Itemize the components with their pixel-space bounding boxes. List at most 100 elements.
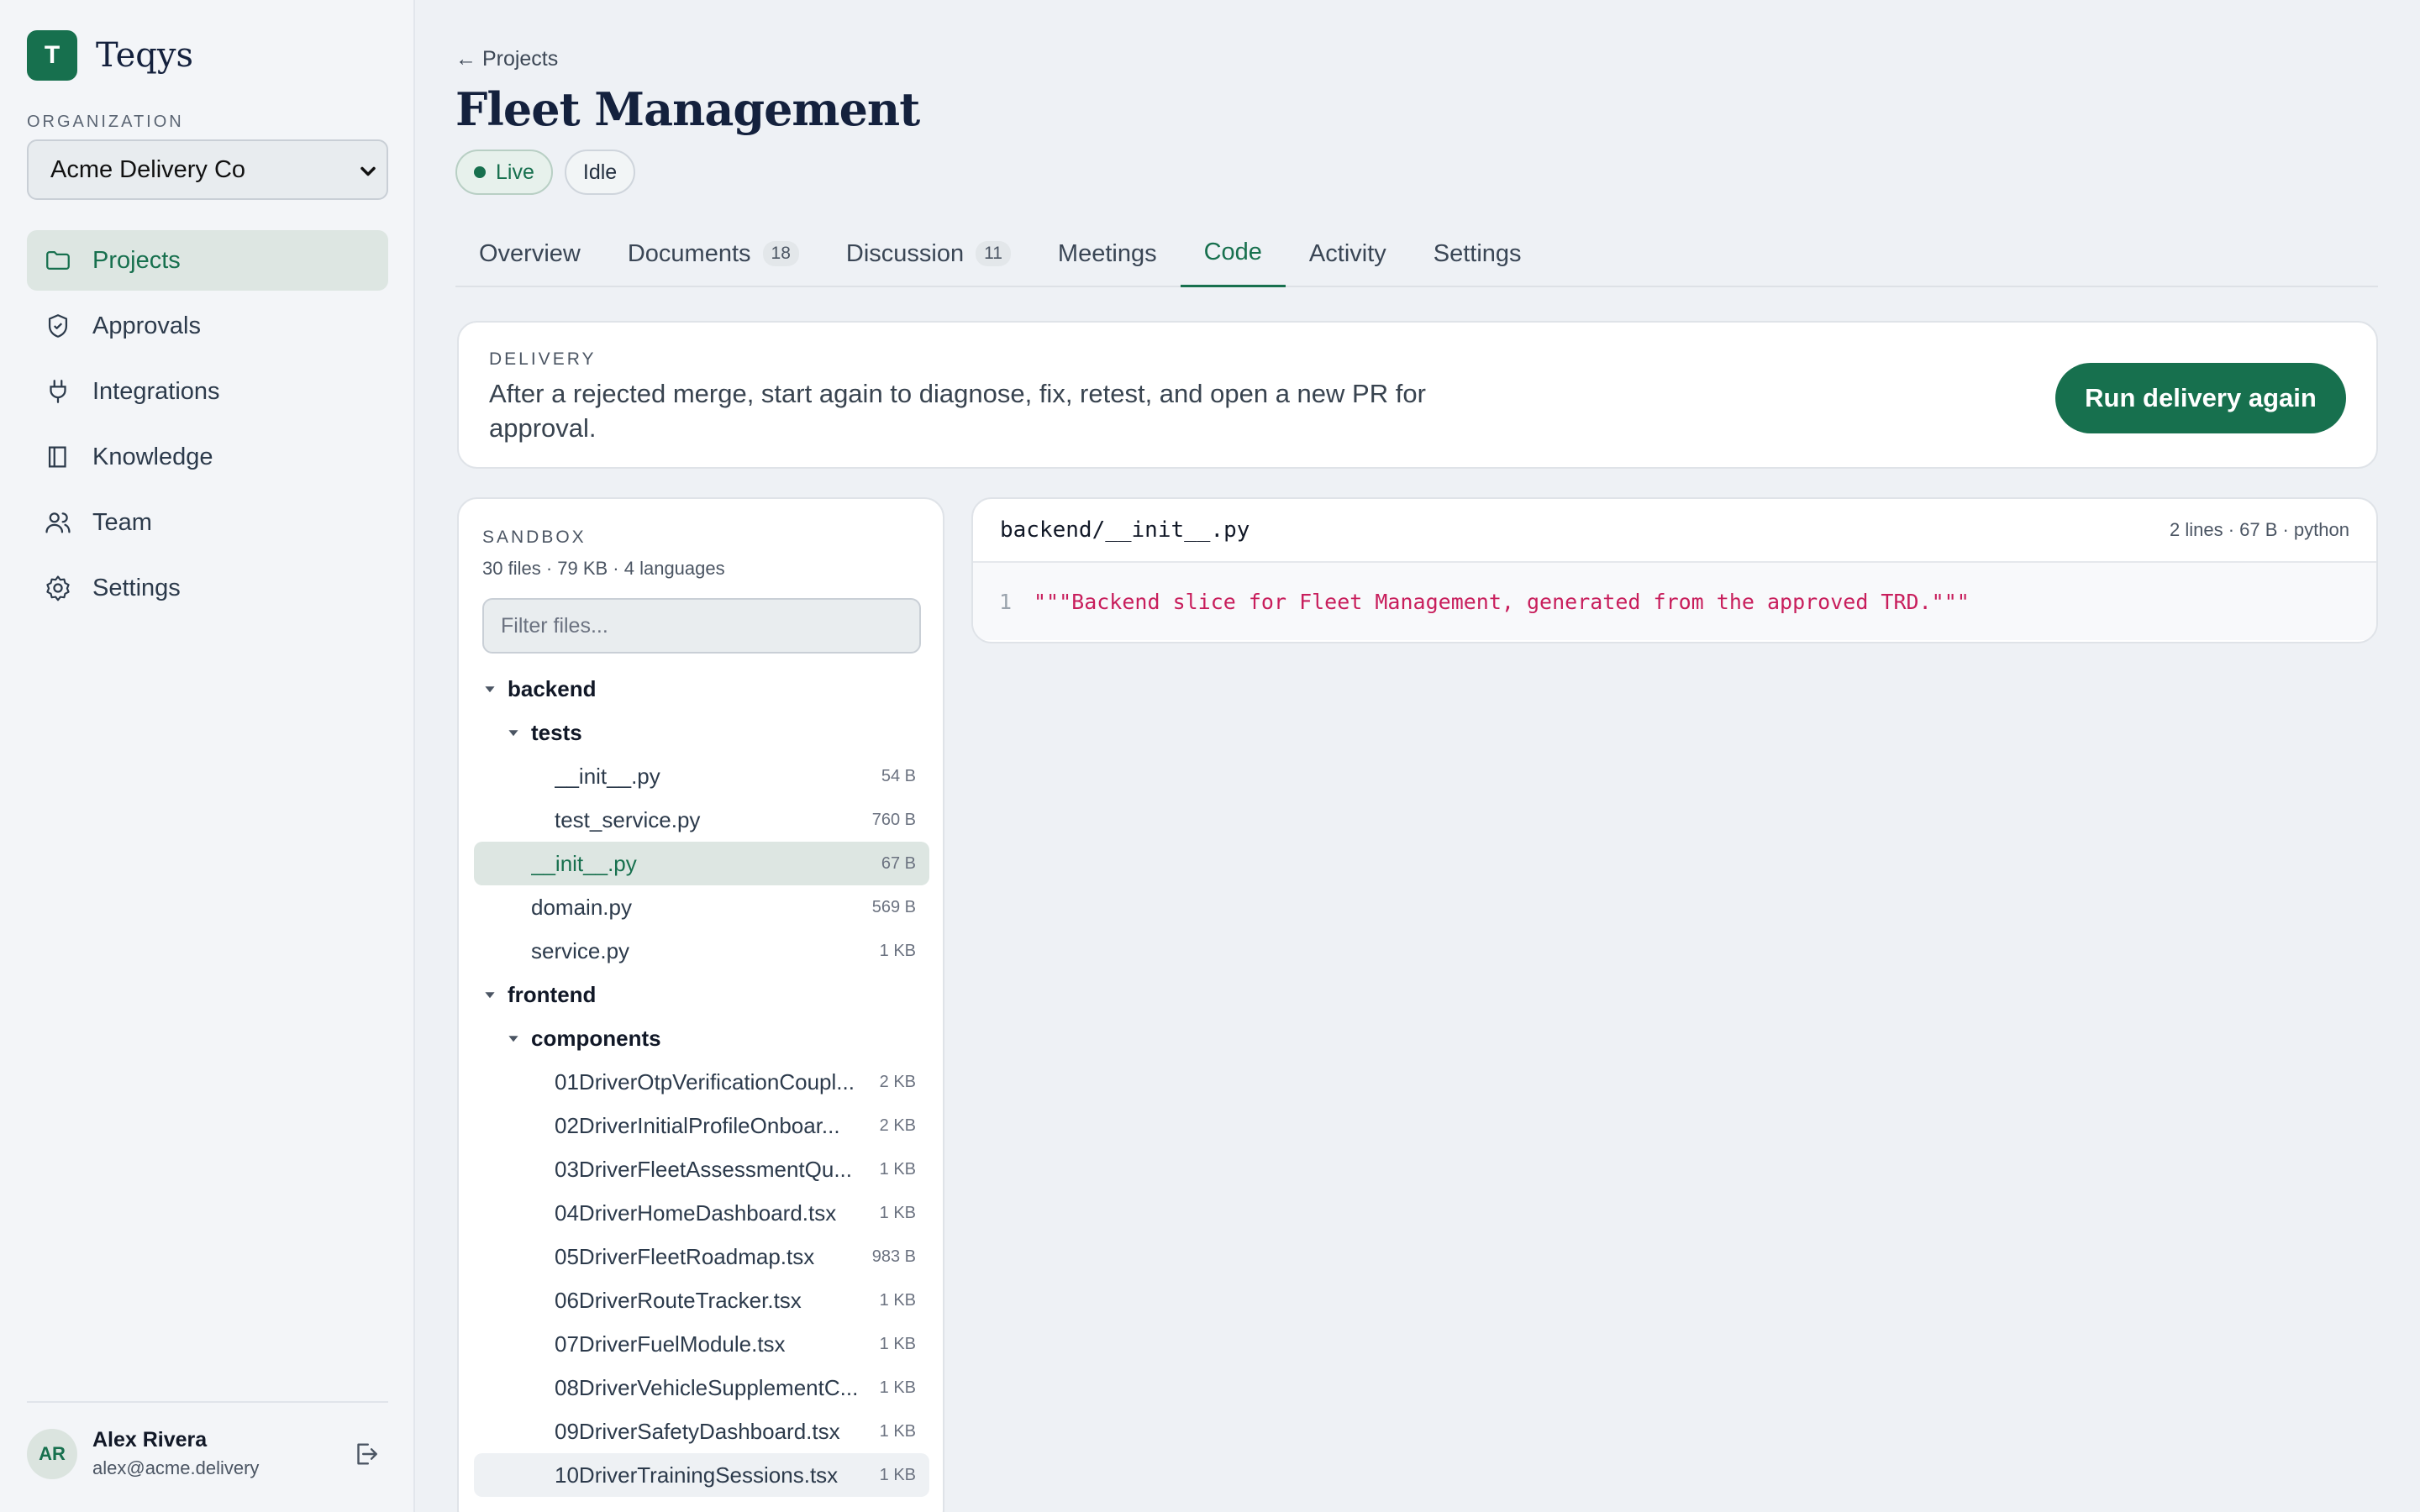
book-icon [48,446,66,468]
file-row[interactable]: 01DriverOtpVerificationCoupl... 2 KB [474,1060,929,1104]
file-name: __init__.py [531,850,637,876]
sidebar-item-team[interactable]: Team [27,492,388,553]
sidebar-item-label: Projects [92,246,181,274]
file-name: 05DriverFleetRoadmap.tsx [555,1243,815,1269]
sidebar-item-label: Team [92,508,152,536]
logout-icon[interactable] [351,1440,380,1468]
users-icon [45,512,71,533]
user-name: Alex Rivera [92,1428,208,1452]
tab-activity[interactable]: Activity [1286,220,1410,287]
folder-backend[interactable]: backend [474,667,929,711]
file-name: 03DriverFleetAssessmentQu... [555,1156,853,1182]
folder-frontend[interactable]: frontend [474,973,929,1016]
tab-label: Discussion [845,239,965,267]
file-name: 08DriverVehicleSupplementC... [555,1374,859,1400]
run-delivery-again-button[interactable]: Run delivery again [2055,363,2346,433]
caret-down-icon [508,1036,518,1042]
file-row[interactable]: test_service.py 760 B [474,798,929,842]
file-size: 760 B [871,810,916,829]
sidebar-item-settings[interactable]: Settings [27,558,388,618]
file-row[interactable]: 08DriverVehicleSupplementC... 1 KB [474,1366,929,1410]
file-size: 2 KB [879,1116,916,1135]
file-size: 1 KB [879,941,916,960]
file-row[interactable]: 09DriverSafetyDashboard.tsx 1 KB [474,1410,929,1453]
org-select[interactable]: Acme Delivery Co [27,139,388,200]
sidebar: T Teqys ORGANIZATION Acme Delivery Co Pr… [0,0,415,1512]
sandbox-label: SANDBOX [482,528,587,547]
sidebar-item-approvals[interactable]: Approvals [27,296,388,356]
plug-icon [50,380,66,403]
file-row[interactable]: domain.py 569 B [474,885,929,929]
tab-discussion[interactable]: Discussion 11 [823,220,1034,287]
shield-check-icon [48,314,68,338]
brand[interactable]: T Teqys [27,30,193,81]
file-size: 1 KB [879,1159,916,1179]
sidebar-nav: Projects Approvals Integrations Knowledg… [27,230,388,623]
folder-name: frontend [508,981,597,1007]
sidebar-item-label: Knowledge [92,443,213,470]
status-badge-live: Live [455,150,553,195]
line-number: 1 [998,589,1012,614]
delivery-label: DELIVERY [489,349,597,369]
gear-icon [46,575,70,601]
folder-name: backend [508,675,597,701]
caret-down-icon [485,992,495,999]
file-row[interactable]: 05DriverFleetRoadmap.tsx 983 B [474,1235,929,1278]
sidebar-item-integrations[interactable]: Integrations [27,361,388,422]
status-badge-label: Live [496,160,534,184]
tab-bar: Overview Documents 18 Discussion 11 Meetin… [455,220,2378,287]
sidebar-item-knowledge[interactable]: Knowledge [27,427,388,487]
tab-label: Meetings [1057,239,1157,267]
tab-overview[interactable]: Overview [455,220,604,287]
tab-label: Documents [627,239,751,267]
file-path: backend/__init__.py [1000,517,1250,543]
file-size: 1 KB [879,1203,916,1222]
status-dot-icon [474,166,486,178]
sandbox-meta: 30 files · 79 KB · 4 languages [482,558,725,579]
filter-files-input[interactable]: Filter files... [482,598,921,654]
tab-documents[interactable]: Documents 18 [604,220,823,287]
file-name: 06DriverRouteTracker.tsx [555,1287,802,1313]
file-name: 02DriverInitialProfileOnboar... [555,1112,840,1138]
file-row[interactable]: 02DriverInitialProfileOnboar... 2 KB [474,1104,929,1147]
sidebar-item-label: Settings [92,574,181,601]
delivery-description: After a rejected merge, start again to d… [489,379,1426,443]
chevron-down-icon [360,166,376,176]
file-row-selected[interactable]: __init__.py 67 B [474,842,929,885]
folder-name: components [531,1025,661,1051]
file-row[interactable]: 03DriverFleetAssessmentQu... 1 KB [474,1147,929,1191]
folder-components[interactable]: components [474,1016,929,1060]
main-content: ← Projects Fleet Management Live Idle Ov… [415,0,2420,1512]
user-card: AR Alex Rivera alex@acme.delivery [27,1428,388,1479]
file-row[interactable]: service.py 1 KB [474,929,929,973]
tab-label: Activity [1308,239,1386,267]
file-size: 54 B [881,766,916,785]
code-line: 1 """Backend slice for Fleet Management,… [973,563,2376,640]
sidebar-item-projects[interactable]: Projects [27,230,388,291]
back-to-projects-link[interactable]: ← Projects [455,47,558,71]
tab-label: Code [1203,239,1262,265]
file-name: 09DriverSafetyDashboard.tsx [555,1418,840,1444]
file-row[interactable]: 07DriverFuelModule.tsx 1 KB [474,1322,929,1366]
file-row[interactable]: __init__.py 54 B [474,754,929,798]
tab-label: Settings [1433,239,1522,267]
file-name: 01DriverOtpVerificationCoupl... [555,1068,855,1095]
code-viewer: backend/__init__.py 2 lines · 67 B · pyt… [971,497,2378,643]
folder-tests[interactable]: tests [474,711,929,754]
file-name: domain.py [531,894,632,920]
file-row[interactable]: 06DriverRouteTracker.tsx 1 KB [474,1278,929,1322]
file-row[interactable]: 10DriverTrainingSessions.tsx 1 KB [474,1453,929,1497]
brand-logo: T [27,30,77,81]
file-size: 67 B [881,853,916,873]
file-name: 07DriverFuelModule.tsx [555,1331,786,1357]
tab-meetings[interactable]: Meetings [1034,220,1181,287]
file-meta: 2 lines · 67 B · python [2169,519,2349,540]
file-row[interactable]: 04DriverHomeDashboard.tsx 1 KB [474,1191,929,1235]
tab-code[interactable]: Code [1180,220,1286,287]
delivery-card: DELIVERY After a rejected merge, start a… [457,321,2378,469]
file-name: test_service.py [555,806,701,832]
status-badge-idle: Idle [564,150,636,195]
code-viewer-header: backend/__init__.py 2 lines · 67 B · pyt… [973,499,2376,563]
tab-settings[interactable]: Settings [1410,220,1545,287]
page-title: Fleet Management [455,82,920,136]
